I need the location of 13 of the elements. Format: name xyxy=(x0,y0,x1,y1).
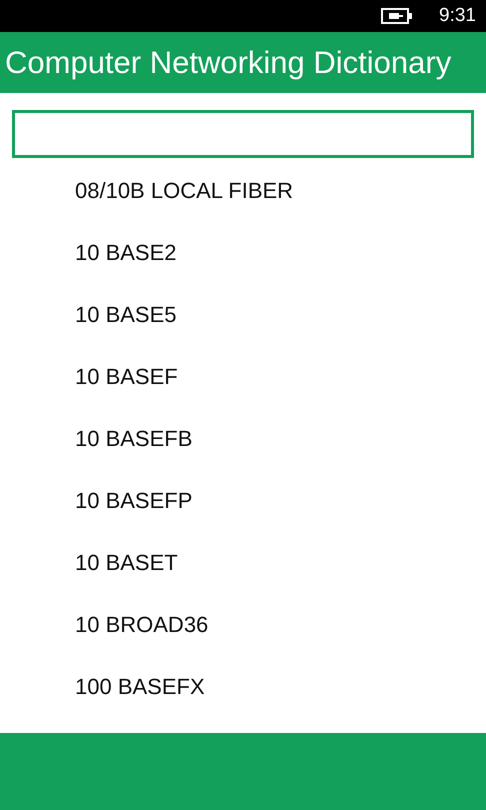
term-list-item[interactable]: 10 BASEFP xyxy=(75,479,192,523)
term-list-item[interactable]: 08/10B LOCAL FIBER xyxy=(75,169,294,213)
app-title: Computer Networking Dictionary xyxy=(5,44,452,80)
clock-time: 9:31 xyxy=(439,5,476,27)
term-list-item[interactable]: 10 BASET xyxy=(75,541,178,585)
term-list-item[interactable]: 10 BROAD36 xyxy=(75,603,208,647)
term-list-item[interactable]: 10 BASEF xyxy=(75,355,178,399)
search-field[interactable] xyxy=(12,110,474,158)
term-list-item[interactable]: 10 BASEFB xyxy=(75,417,192,461)
term-list-item[interactable]: 10 BASE2 xyxy=(75,231,177,275)
term-list-item[interactable]: 100 BASEFX xyxy=(75,665,205,709)
term-list-item[interactable]: 10 BASE5 xyxy=(75,293,177,337)
battery-charging-icon xyxy=(381,7,414,25)
